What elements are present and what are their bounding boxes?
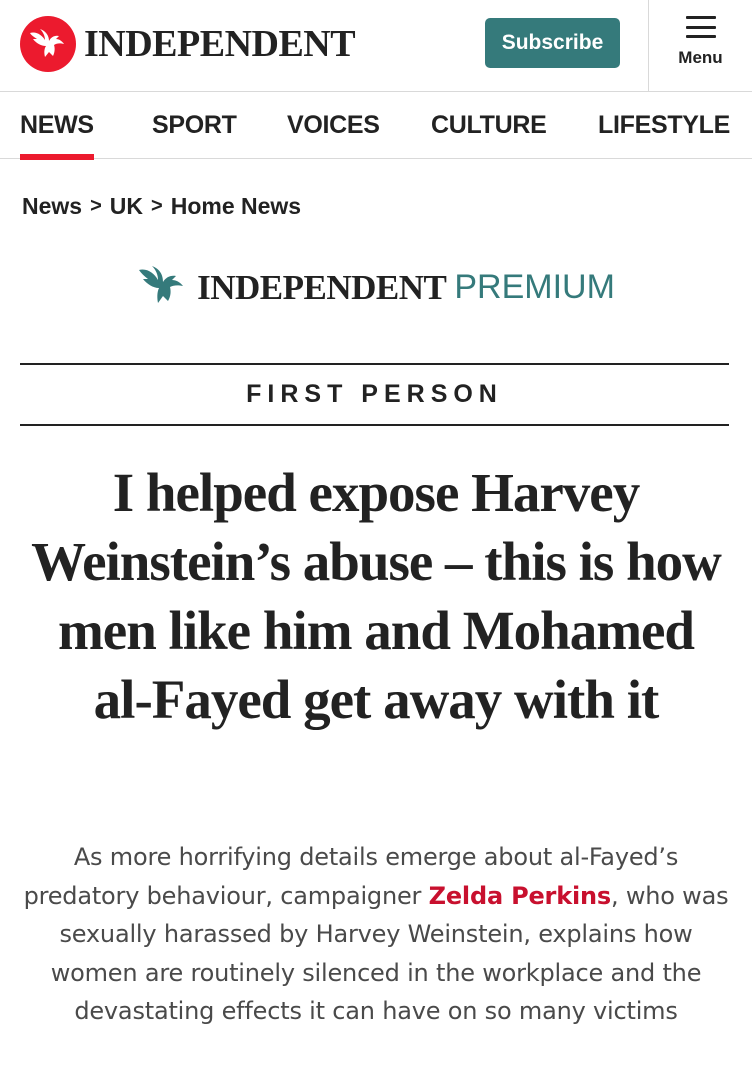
- article-standfirst: As more horrifying details emerge about …: [16, 838, 736, 1031]
- premium-label: PREMIUM: [454, 268, 615, 306]
- main-nav: NEWS SPORT VOICES CULTURE LIFESTYLE: [0, 92, 752, 160]
- section-band: FIRST PERSON: [20, 363, 729, 426]
- menu-label: Menu: [678, 48, 723, 67]
- article-headline: I helped expose Harvey Weinstein’s abuse…: [31, 462, 722, 730]
- logo-text: INDEPENDENT: [84, 23, 356, 65]
- nav-item-lifestyle[interactable]: LIFESTYLE: [598, 92, 730, 158]
- nav-item-culture[interactable]: CULTURE: [431, 92, 547, 158]
- breadcrumb: News > UK > Home News: [22, 193, 301, 220]
- breadcrumb-separator: >: [151, 195, 163, 217]
- premium-logo[interactable]: INDEPENDENT PREMIUM: [0, 262, 752, 312]
- breadcrumb-news[interactable]: News: [22, 193, 82, 220]
- author-link[interactable]: Zelda Perkins: [429, 882, 612, 910]
- subscribe-button[interactable]: Subscribe: [485, 18, 620, 68]
- premium-logo-text: INDEPENDENT: [197, 267, 447, 307]
- nav-item-news[interactable]: NEWS: [20, 92, 94, 160]
- breadcrumb-uk[interactable]: UK: [110, 193, 143, 220]
- menu-button[interactable]: Menu: [648, 0, 752, 91]
- site-logo[interactable]: INDEPENDENT: [20, 16, 356, 72]
- section-label: FIRST PERSON: [246, 380, 503, 408]
- site-header: INDEPENDENT Subscribe Menu: [0, 0, 752, 92]
- nav-item-sport[interactable]: SPORT: [152, 92, 237, 158]
- eagle-icon: [20, 16, 76, 72]
- eagle-icon: [137, 264, 187, 311]
- breadcrumb-separator: >: [90, 195, 102, 217]
- nav-item-voices[interactable]: VOICES: [287, 92, 380, 158]
- hamburger-menu-icon: [685, 16, 716, 38]
- breadcrumb-home-news[interactable]: Home News: [171, 193, 301, 220]
